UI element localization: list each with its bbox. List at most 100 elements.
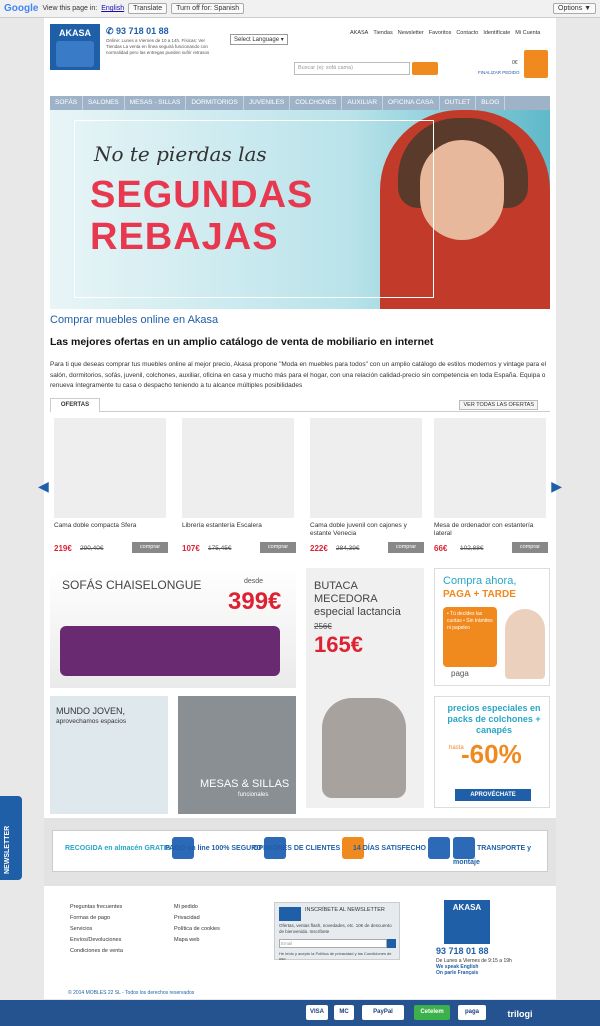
nav-salones[interactable]: SALONES <box>83 96 125 110</box>
toplink-contacto[interactable]: Contacto <box>456 30 478 36</box>
promo-mesas-title: MESAS & SILLAS <box>200 778 290 790</box>
logo-art <box>56 41 94 67</box>
search-input[interactable]: Buscar (ej: sofá cama) <box>294 62 410 75</box>
footer-link-pago[interactable]: Formas de pago <box>70 913 123 924</box>
language-dropdown[interactable]: Select Language ▾ <box>230 34 288 45</box>
newsletter-submit-button[interactable] <box>387 939 396 948</box>
product-card[interactable]: Mesa de ordenador con estantería lateral… <box>430 418 550 562</box>
promo-sofas[interactable]: SOFÁS CHAISELONGUE desde 399€ <box>50 568 296 688</box>
promo-sofas-desde: desde <box>244 578 264 585</box>
newsletter-consent-checkbox[interactable]: He leído y acepto la Política de privaci… <box>279 951 399 961</box>
paga-logo: paga <box>451 669 469 678</box>
aprovechate-button[interactable]: APROVÉCHATE <box>455 789 531 801</box>
buy-button[interactable]: comprar <box>132 542 168 553</box>
intro-title: Comprar muebles online en Akasa <box>50 314 219 326</box>
promo-paga[interactable]: Compra ahora, PAGA + TARDE • Tú decides … <box>434 568 550 686</box>
checkout-link[interactable]: FINALIZAR PEDIDO <box>478 70 520 75</box>
intro-heading: Las mejores ofertas en un amplio catálog… <box>50 336 434 348</box>
buy-button[interactable]: comprar <box>388 542 424 553</box>
promo-colchones[interactable]: precios especiales en packs de colchones… <box>434 696 550 808</box>
promo-paga-bubble: • Tú decides las cuotas • Sin trámites n… <box>443 607 497 667</box>
toplink-favoritos[interactable]: Favoritos <box>429 30 452 36</box>
site-header: AKASA ✆ 93 718 01 88 Online: Lunes a Vie… <box>50 24 550 84</box>
footer-link-servicios[interactable]: Servicios <box>70 924 123 935</box>
site-logo[interactable]: AKASA <box>50 24 100 70</box>
nav-colchones[interactable]: COLCHONES <box>290 96 343 110</box>
footer-link-pedido[interactable]: Mi pedido <box>174 902 220 913</box>
product-image[interactable] <box>54 418 166 518</box>
payment-bar: VISA MC PayPal Cetelem paga trilogi <box>0 1000 600 1026</box>
promo-mesas-sillas[interactable]: MESAS & SILLAS funcionales <box>178 696 296 814</box>
product-card[interactable]: Cama doble compacta Sfera 219€ 290,40€ c… <box>50 418 170 562</box>
product-image[interactable] <box>310 418 422 518</box>
feature-14-dias[interactable]: 14 DÍAS SATISFECHO <box>353 837 450 867</box>
trilogi-icon: trilogi <box>507 1009 533 1019</box>
options-button[interactable]: Options ▼ <box>553 3 596 14</box>
chair-image <box>322 698 406 798</box>
promo-joven-sub: aprovechamos espacios <box>56 718 127 725</box>
translate-button[interactable]: Translate <box>128 3 168 14</box>
search-button[interactable] <box>412 62 438 75</box>
buy-button[interactable]: comprar <box>512 542 548 553</box>
nav-mesas-sillas[interactable]: MESAS - SILLAS <box>125 96 187 110</box>
newsletter-title: INSCRÍBETE AL NEWSLETTER <box>305 907 385 913</box>
product-image[interactable] <box>182 418 294 518</box>
promo-butaca-price: 165€ <box>314 632 363 657</box>
product-card[interactable]: Cama doble juvenil con cajones y estante… <box>306 418 426 562</box>
product-card[interactable]: Librería estantería Escalera 107€ 175,45… <box>178 418 298 562</box>
buy-button[interactable]: comprar <box>260 542 296 553</box>
language-select[interactable]: English <box>101 5 124 12</box>
carousel-next-icon[interactable]: ▶ <box>551 478 562 495</box>
toplink-newsletter[interactable]: Newsletter <box>398 30 424 36</box>
footer-logo[interactable]: AKASA <box>444 900 490 944</box>
product-old-price: 284,39€ <box>336 545 360 552</box>
toplink-tiendas[interactable]: Tiendas <box>373 30 392 36</box>
newsletter-side-tab[interactable]: NEWSLETTER <box>0 796 22 880</box>
feature-transporte[interactable]: TRANSPORTE y montaje <box>453 837 547 867</box>
product-name[interactable]: Librería estantería Escalera <box>182 522 298 530</box>
nav-blog[interactable]: BLOG <box>476 96 506 110</box>
newsletter-desc: Ofertas, ventas flash, novedades, etc. 1… <box>279 923 392 934</box>
footer-french: On parle Français <box>436 970 479 976</box>
footer-link-mapa[interactable]: Mapa web <box>174 935 220 946</box>
nav-outlet[interactable]: OUTLET <box>440 96 477 110</box>
newsletter-email-input[interactable]: Email <box>279 939 387 948</box>
feature-opiniones[interactable]: OPINIONES DE CLIENTES <box>253 837 365 867</box>
view-all-offers-button[interactable]: VER TODAS LAS OFERTAS <box>459 400 538 410</box>
footer-link-privacidad[interactable]: Privacidad <box>174 913 220 924</box>
paga-icon: paga <box>458 1005 486 1020</box>
carousel-prev-icon[interactable]: ◀ <box>38 478 49 495</box>
nav-juveniles[interactable]: JUVENILES <box>244 96 291 110</box>
features-strip: RECOGIDA en almacén GRATIS PAGO on line … <box>44 818 556 886</box>
promo-paga-image <box>505 609 545 679</box>
product-image[interactable] <box>434 418 546 518</box>
footer-link-faq[interactable]: Preguntas frecuentes <box>70 902 123 913</box>
product-name[interactable]: Cama doble juvenil con cajones y estante… <box>310 522 426 538</box>
banner-line2: SEGUNDAS <box>90 174 314 216</box>
cart-bag-icon[interactable] <box>524 50 548 78</box>
hero-banner[interactable]: No te pierdas las SEGUNDAS REBAJAS <box>50 110 550 309</box>
footer-link-envios[interactable]: Envíos/Devoluciones <box>70 935 123 946</box>
promo-mundo-joven[interactable]: MUNDO JOVEN, aprovechamos espacios <box>50 696 168 814</box>
product-name[interactable]: Cama doble compacta Sfera <box>54 522 170 530</box>
turn-off-button[interactable]: Turn off for: Spanish <box>171 3 245 14</box>
toplink-mi-cuenta[interactable]: Mi Cuenta <box>515 30 540 36</box>
tab-ofertas[interactable]: OFERTAS <box>50 398 100 412</box>
nav-dormitorios[interactable]: DORMITORIOS <box>186 96 244 110</box>
promo-mesas-sub: funcionales <box>238 792 269 798</box>
banner-line1: No te pierdas las <box>94 142 267 166</box>
language-label: Select Language <box>234 37 280 43</box>
nav-oficina-casa[interactable]: OFICINA CASA <box>383 96 440 110</box>
toplink-identificate[interactable]: Identifícate <box>483 30 510 36</box>
product-old-price: 290,40€ <box>80 545 104 552</box>
footer-link-cookies[interactable]: Política de cookies <box>174 924 220 935</box>
nav-sofas[interactable]: SOFÁS <box>50 96 84 110</box>
page-container: AKASA ✆ 93 718 01 88 Online: Lunes a Vie… <box>38 18 562 999</box>
translate-bar: Google View this page in: English Transl… <box>0 0 600 18</box>
product-name[interactable]: Mesa de ordenador con estantería lateral <box>434 522 550 538</box>
footer-link-condiciones[interactable]: Condiciones de venta <box>70 946 123 957</box>
footer-phone: 93 718 01 88 <box>436 946 489 956</box>
toplink-akasa[interactable]: AKASA <box>350 30 368 36</box>
promo-butaca[interactable]: BUTACA MECEDORA especial lactancia 256€ … <box>306 568 424 808</box>
nav-auxiliar[interactable]: AUXILIAR <box>342 96 384 110</box>
